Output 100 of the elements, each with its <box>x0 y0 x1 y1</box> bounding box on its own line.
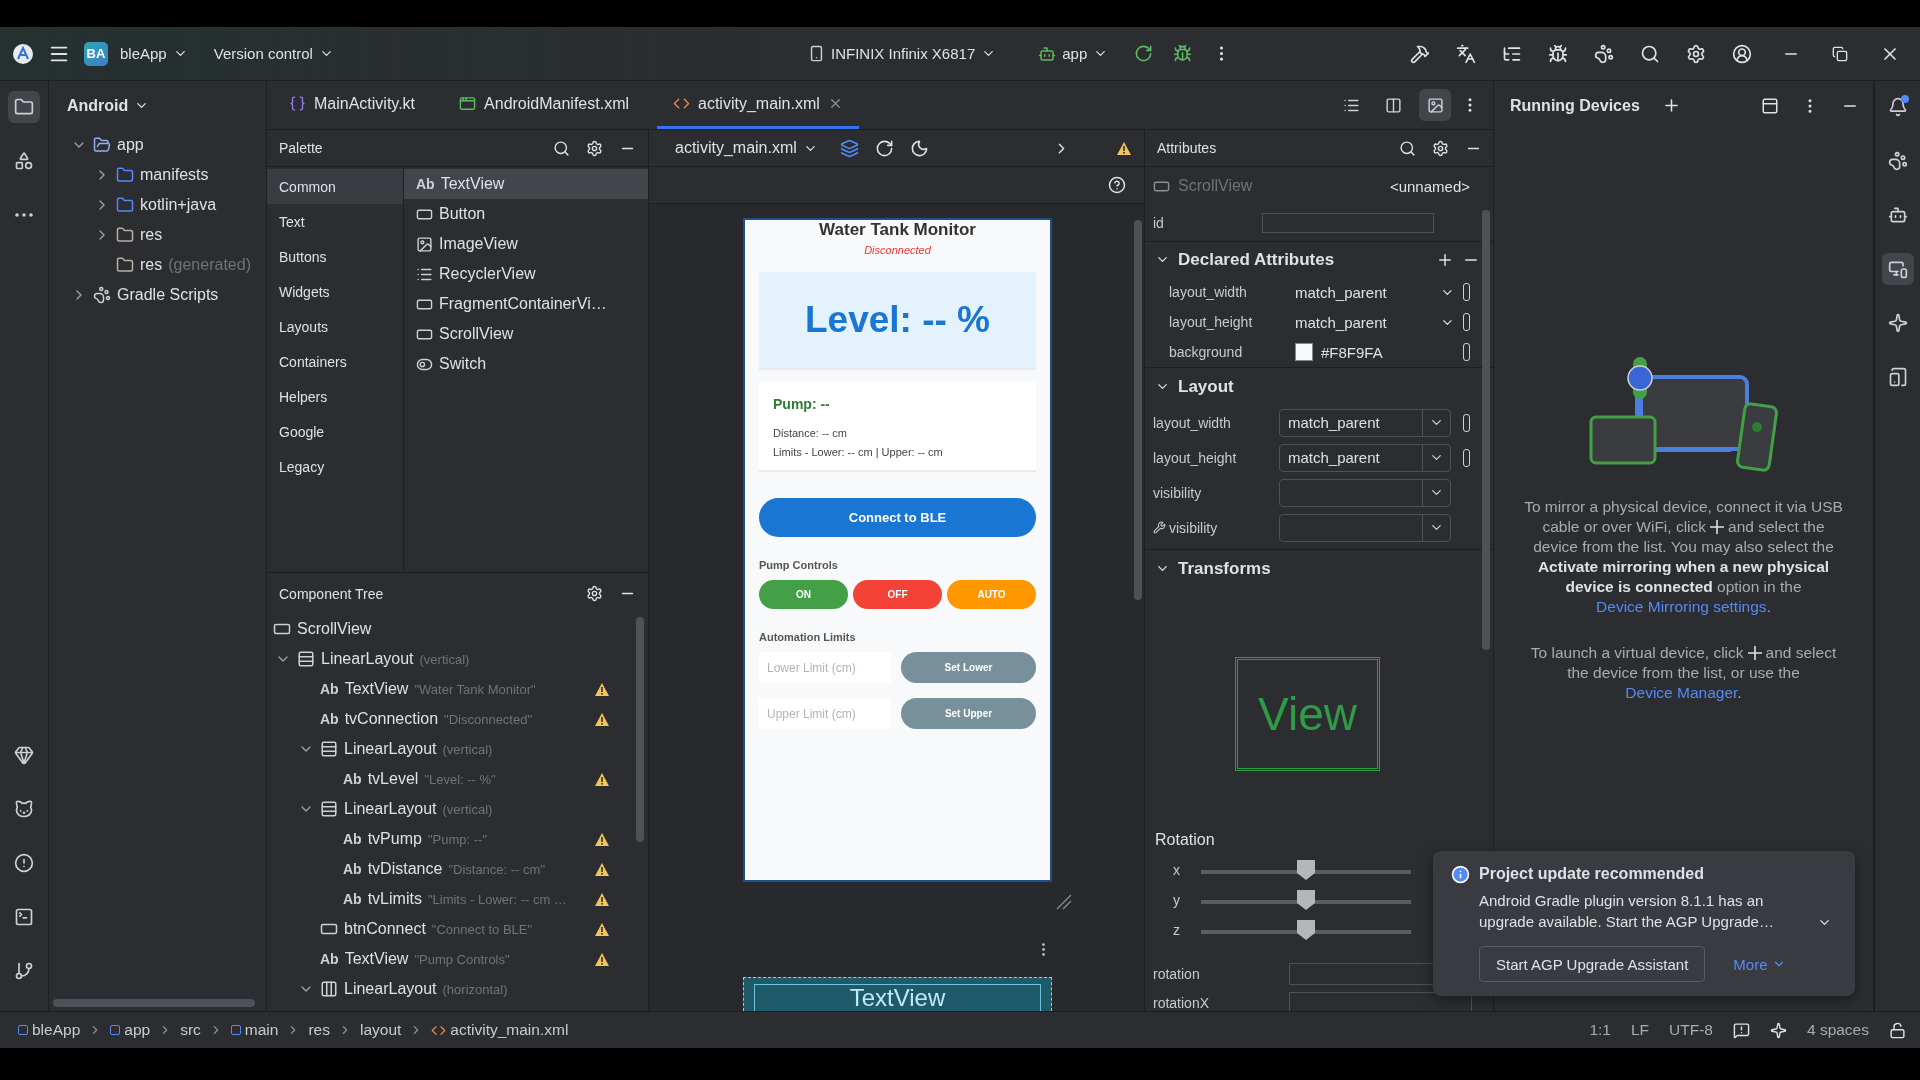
palette-category[interactable]: Text <box>267 204 403 239</box>
warning-icon[interactable] <box>594 861 610 877</box>
window-icon[interactable] <box>1761 96 1779 115</box>
layers-icon[interactable] <box>839 138 859 158</box>
scrollbar-thumb[interactable] <box>636 617 644 842</box>
limit-input-field[interactable]: Lower Limit (cm) <box>759 652 891 683</box>
component-tree-item[interactable]: Ab tvLimits "Limits - Lower: -- cm … <box>267 884 648 914</box>
breadcrumb[interactable]: main <box>230 1021 279 1039</box>
line-ending[interactable]: LF <box>1630 1021 1650 1039</box>
search-icon[interactable] <box>1640 43 1660 64</box>
scrollbar-thumb[interactable] <box>53 999 255 1007</box>
warning-icon[interactable] <box>594 711 610 727</box>
component-tree-item[interactable]: Ab TextView "Pump Controls" <box>267 944 648 974</box>
breadcrumb[interactable]: bleApp <box>18 1021 81 1039</box>
component-tree-item[interactable]: Ab tvDistance "Distance: -- cm" <box>267 854 648 884</box>
version-control-menu[interactable]: Version control <box>207 40 340 67</box>
restore-icon[interactable] <box>1832 45 1848 62</box>
breadcrumb[interactable]: activity_main.xml <box>431 1021 569 1039</box>
file-encoding[interactable]: UTF-8 <box>1669 1021 1713 1039</box>
palette-category[interactable]: Buttons <box>267 239 403 274</box>
limit-input-field[interactable]: Upper Limit (cm) <box>759 698 891 729</box>
palette-category[interactable]: Google <box>267 414 403 449</box>
component-tree-item[interactable]: Ab TextView "Water Tank Monitor" <box>267 674 648 704</box>
palette-item[interactable]: RecyclerView <box>404 259 648 289</box>
run-configuration-selector[interactable]: app <box>1032 39 1115 68</box>
project-selector[interactable]: bleApp <box>114 40 194 67</box>
warning-icon[interactable] <box>594 891 610 907</box>
layout-file-selector[interactable]: activity_main.xml <box>669 134 824 162</box>
search-icon[interactable] <box>553 139 570 157</box>
sparkle-icon[interactable] <box>1769 1021 1787 1039</box>
paw-icon[interactable] <box>1594 43 1614 64</box>
slider-thumb[interactable] <box>1297 920 1315 940</box>
settings-link[interactable]: Device Mirroring settings <box>1596 598 1767 615</box>
section-title[interactable]: Transforms <box>1178 558 1271 579</box>
app-logo-icon[interactable] <box>12 42 34 65</box>
breadcrumb[interactable]: src <box>180 1021 201 1039</box>
palette-category[interactable]: Common <box>267 169 403 204</box>
connect-button[interactable]: Connect to BLE <box>759 498 1036 537</box>
section-title[interactable]: Declared Attributes <box>1178 249 1335 270</box>
rerun-icon[interactable] <box>1134 44 1154 63</box>
bug-icon[interactable] <box>1548 43 1568 64</box>
scrollbar-thumb[interactable] <box>1482 210 1490 650</box>
cursor-position[interactable]: 1:1 <box>1589 1021 1611 1039</box>
editor-tab[interactable]: MainActivity.kt <box>273 81 432 129</box>
build-icon[interactable] <box>1410 43 1430 64</box>
palette-category[interactable]: Widgets <box>267 274 403 309</box>
warning-icon[interactable] <box>594 771 610 787</box>
indent-setting[interactable]: 4 spaces <box>1806 1021 1869 1039</box>
translate-icon[interactable] <box>1456 43 1476 64</box>
settings-icon[interactable] <box>1432 139 1449 157</box>
attribute-value[interactable]: match_parent <box>1295 313 1433 331</box>
component-tree-item[interactable]: LinearLayout (horizontal) <box>267 974 648 1004</box>
settings-icon[interactable] <box>586 139 603 157</box>
breadcrumb[interactable]: app <box>110 1021 151 1039</box>
project-tree-item[interactable]: manifests <box>49 160 266 190</box>
settings-icon[interactable] <box>586 585 603 602</box>
palette-category[interactable]: Containers <box>267 344 403 379</box>
warning-icon[interactable] <box>594 681 610 697</box>
warning-icon[interactable] <box>594 921 610 937</box>
folder-tool[interactable] <box>8 91 40 123</box>
project-tree-item[interactable]: res <box>49 220 266 250</box>
palette-item[interactable]: ScrollView <box>404 319 648 349</box>
palette-item[interactable]: Ab TextView <box>404 169 648 199</box>
component-tree-item[interactable]: ScrollView <box>267 614 648 644</box>
color-swatch[interactable] <box>1295 343 1313 361</box>
account-icon[interactable] <box>1732 43 1752 64</box>
project-view-selector[interactable]: Android <box>61 91 156 120</box>
breadcrumb[interactable]: layout <box>359 1021 402 1039</box>
palette-item[interactable]: FragmentContainerVi… <box>404 289 648 319</box>
debug-icon[interactable] <box>1173 44 1193 63</box>
devices-tool[interactable] <box>1881 253 1914 285</box>
attribute-dropdown[interactable]: match_parent <box>1279 443 1451 472</box>
palette-item[interactable]: ImageView <box>404 229 648 259</box>
project-tree-item[interactable]: app <box>49 130 266 160</box>
orientation-icon[interactable] <box>874 138 894 158</box>
design-view-button[interactable] <box>1419 89 1451 121</box>
slider-thumb[interactable] <box>1297 860 1315 880</box>
attribute-dropdown[interactable]: match_parent <box>1279 408 1451 437</box>
palette-item[interactable]: Switch <box>404 349 648 379</box>
breadcrumb[interactable]: res <box>308 1021 330 1039</box>
component-tree-item[interactable]: LinearLayout (vertical) <box>267 794 648 824</box>
component-tree-item[interactable]: LinearLayout (vertical) <box>267 734 648 764</box>
component-tree-item[interactable]: LinearLayout (vertical) <box>267 644 648 674</box>
settings-link[interactable]: Device Manager <box>1625 684 1738 701</box>
attribute-value[interactable]: #F8F9FA <box>1321 343 1455 361</box>
component-tree-item[interactable]: Ab tvConnection "Disconnected" <box>267 704 648 734</box>
night-mode-icon[interactable] <box>909 138 929 158</box>
warning-icon[interactable] <box>594 951 610 967</box>
id-input-field[interactable] <box>1261 213 1434 233</box>
warning-icon[interactable] <box>594 831 610 847</box>
unlocked-icon[interactable] <box>1889 1021 1906 1039</box>
palette-category[interactable]: Legacy <box>267 449 403 484</box>
section-title[interactable]: Layout <box>1178 376 1234 397</box>
palette-category[interactable]: Layouts <box>267 309 403 344</box>
device-selector[interactable]: INFINIX Infinix X6817 <box>802 40 1003 67</box>
warning-icon[interactable] <box>1116 140 1132 156</box>
resize-handle-icon[interactable] <box>1055 893 1073 911</box>
component-tree-item[interactable]: Ab tvLevel "Level: -- %" <box>267 764 648 794</box>
search-icon[interactable] <box>1399 139 1416 157</box>
project-tree-item[interactable]: Gradle Scripts <box>49 280 266 310</box>
